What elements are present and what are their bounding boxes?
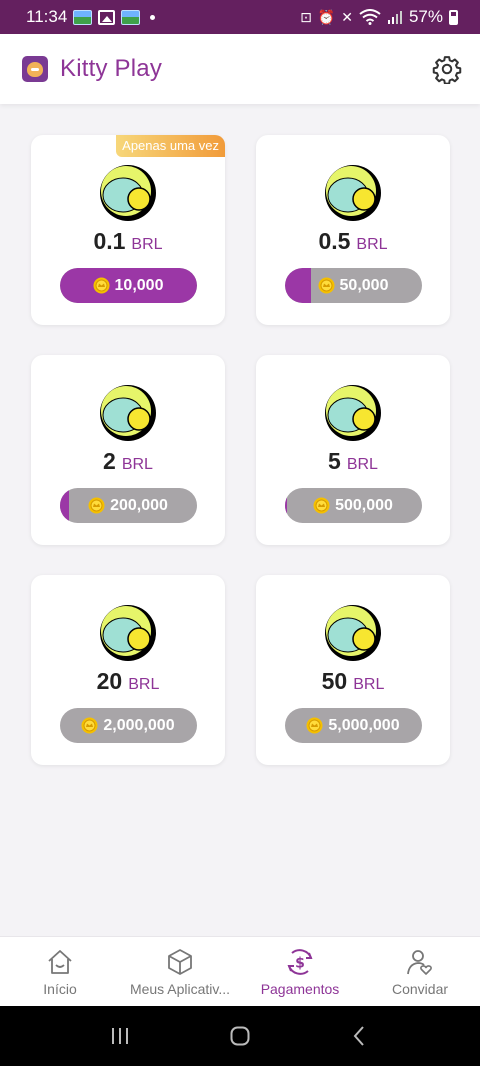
status-right: ⊡ ⏰ ✕ 57%: [300, 7, 458, 27]
offer-card[interactable]: 5 BRL 500,000: [256, 355, 450, 545]
app-bar: Kitty Play: [0, 34, 480, 104]
coin-cost: 2,000,000: [81, 716, 175, 735]
redeem-button[interactable]: 5,000,000: [284, 708, 422, 743]
nav-label: Início: [43, 981, 77, 997]
amount-value: 0.5: [318, 228, 351, 254]
nav-label: Pagamentos: [260, 981, 340, 997]
coin-cost: 5,000,000: [306, 716, 400, 735]
offer-amount: 0.1 BRL: [93, 228, 162, 255]
home-icon: [48, 950, 72, 974]
amount-currency: BRL: [346, 456, 378, 473]
offer-card[interactable]: 20 BRL 2,000,000: [31, 575, 225, 765]
amount-currency: BRL: [128, 676, 160, 693]
coin-illustration-icon: [100, 605, 156, 661]
battery-percent: 57%: [408, 7, 443, 26]
nav-label: Meus Aplicativ...: [129, 981, 231, 997]
offer-card[interactable]: 2 BRL 200,000: [31, 355, 225, 545]
progress-fill: [284, 488, 288, 523]
status-bar: 11:34 ⊡ ⏰ ✕ 57%: [0, 0, 480, 34]
bottom-nav: Início Meus Aplicativ... $ Pagamentos Co…: [0, 936, 480, 1006]
amount-value: 50: [321, 668, 348, 694]
coin-amount: 500,000: [335, 496, 393, 514]
nav-item-inicio[interactable]: Início: [0, 937, 120, 1006]
recents-icon[interactable]: [108, 1024, 132, 1048]
coin-amount: 5,000,000: [328, 716, 400, 734]
nav-item-meus-aplicativos[interactable]: Meus Aplicativ...: [120, 937, 240, 1006]
progress-fill: [59, 488, 70, 523]
coin-icon: [318, 277, 335, 294]
coin-illustration-icon: [100, 165, 156, 221]
amount-value: 2: [103, 448, 116, 474]
offer-grid: Apenas uma vez 0.1 BRL 10,000 0.5 BRL 50…: [31, 135, 450, 765]
coin-illustration-icon: [325, 385, 381, 441]
lock-icon: ⊡: [300, 9, 312, 25]
redeem-button[interactable]: 2,000,000: [59, 708, 197, 743]
person-heart-icon: [407, 950, 432, 975]
coin-illustration-icon: [100, 385, 156, 441]
coin-cost: 10,000: [93, 276, 164, 295]
wifi-icon: [359, 9, 381, 25]
amount-currency: BRL: [131, 236, 163, 253]
dollar-icon: $: [287, 949, 313, 975]
amount-value: 5: [328, 448, 341, 474]
offer-card[interactable]: Apenas uma vez 0.1 BRL 10,000: [31, 135, 225, 325]
coin-icon: [88, 497, 105, 514]
battery-icon: [449, 9, 458, 25]
offer-amount: 0.5 BRL: [318, 228, 387, 255]
coin-amount: 2,000,000: [103, 716, 175, 734]
coin-amount: 50,000: [339, 276, 389, 294]
app-logo-icon: [22, 56, 48, 82]
status-left: 11:34: [26, 7, 156, 27]
coin-amount: 10,000: [114, 276, 164, 294]
redeem-button[interactable]: 200,000: [59, 488, 197, 523]
back-icon[interactable]: [348, 1024, 372, 1048]
once-only-badge: Apenas uma vez: [116, 135, 225, 157]
coin-amount: 200,000: [110, 496, 168, 514]
offer-amount: 50 BRL: [322, 668, 385, 695]
coin-cost: 500,000: [313, 497, 393, 515]
offer-card[interactable]: 0.5 BRL 50,000: [256, 135, 450, 325]
cube-icon: [168, 949, 192, 975]
mute-icon: ✕: [341, 9, 353, 25]
redeem-button[interactable]: 500,000: [284, 488, 422, 523]
coin-cost: 200,000: [88, 497, 168, 515]
coin-icon: [306, 717, 323, 734]
coin-illustration-icon: [325, 165, 381, 221]
settings-gear-icon[interactable]: [432, 54, 462, 84]
alarm-icon: ⏰: [317, 9, 336, 25]
offer-amount: 2 BRL: [103, 448, 153, 475]
offer-amount: 5 BRL: [328, 448, 378, 475]
coin-illustration-icon: [325, 605, 381, 661]
home-button-icon[interactable]: [228, 1024, 252, 1048]
nav-item-convidar[interactable]: Convidar: [360, 937, 480, 1006]
amount-currency: BRL: [356, 236, 388, 253]
status-time: 11:34: [26, 7, 68, 26]
notification-app-icon: [121, 9, 141, 25]
system-nav-bar: [0, 1006, 480, 1066]
app-title: Kitty Play: [60, 55, 163, 82]
amount-value: 0.1: [93, 228, 126, 254]
coin-cost: 50,000: [318, 276, 389, 295]
amount-currency: BRL: [121, 456, 153, 473]
redeem-button[interactable]: 50,000: [284, 268, 422, 303]
nav-label: Convidar: [391, 981, 449, 997]
nav-item-pagamentos[interactable]: $ Pagamentos: [240, 937, 360, 1006]
offer-card[interactable]: 50 BRL 5,000,000: [256, 575, 450, 765]
amount-value: 20: [96, 668, 123, 694]
signal-icon: [387, 10, 402, 24]
coin-icon: [81, 717, 98, 734]
offer-amount: 20 BRL: [97, 668, 160, 695]
progress-fill: [284, 268, 311, 303]
coin-icon: [313, 497, 330, 514]
notification-app-icon: [73, 9, 93, 25]
gallery-icon: [98, 9, 116, 25]
more-notifications-icon: [150, 14, 156, 20]
redeem-button[interactable]: 10,000: [59, 268, 197, 303]
amount-currency: BRL: [353, 676, 385, 693]
coin-icon: [93, 277, 110, 294]
svg-text:$: $: [295, 956, 305, 972]
